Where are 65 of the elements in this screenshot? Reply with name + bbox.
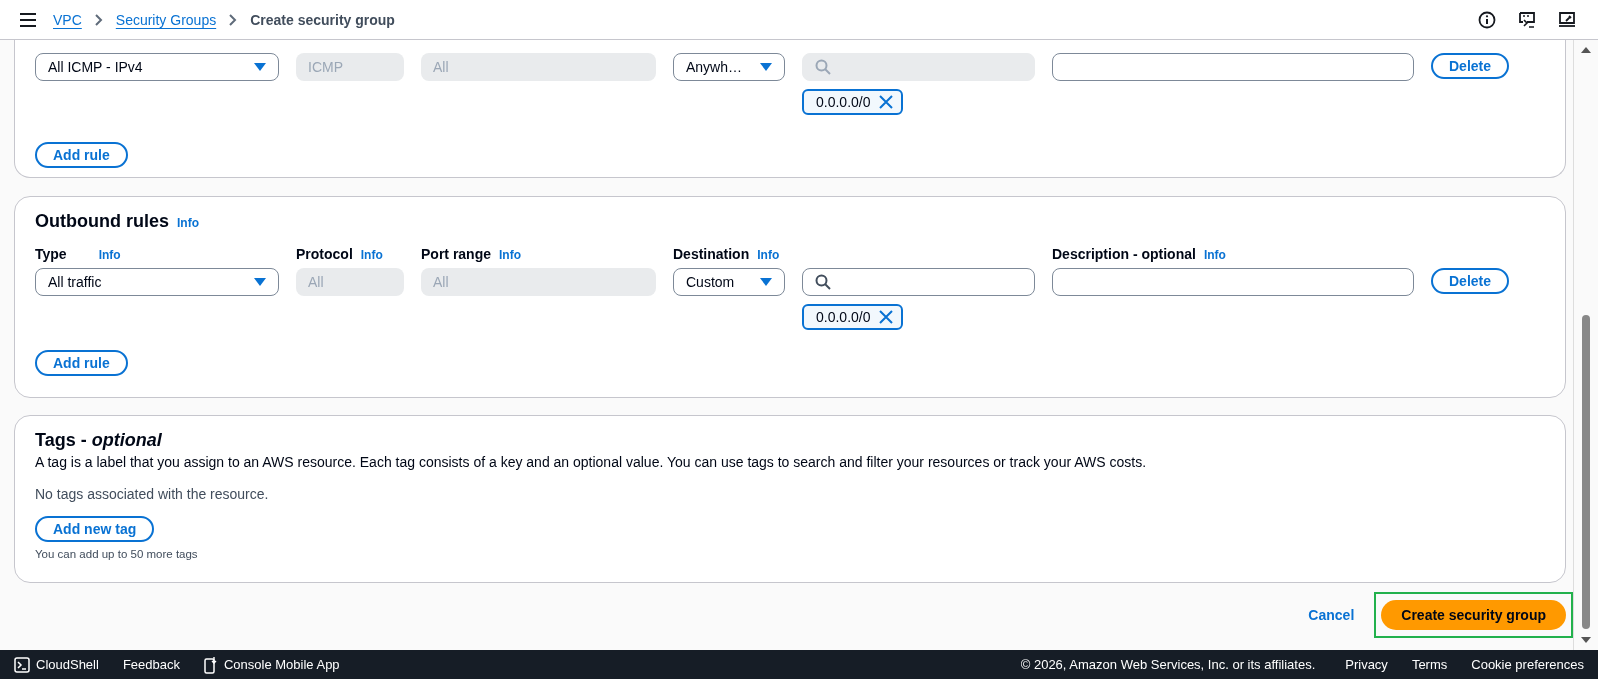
description-field[interactable] xyxy=(1052,268,1414,296)
breadcrumb-link[interactable]: Security Groups xyxy=(115,11,217,28)
column-label: Protocol xyxy=(296,246,353,262)
footer-link[interactable]: Privacy xyxy=(1345,657,1388,672)
phone-icon xyxy=(203,655,218,674)
caret-icon xyxy=(760,278,772,286)
search-icon xyxy=(815,274,831,290)
monitor-cursor-icon[interactable] xyxy=(1518,10,1536,29)
cidr-token: 0.0.0.0/0 xyxy=(802,304,903,330)
section-title: Tags - optional xyxy=(35,430,163,451)
footer-link[interactable]: Console Mobile App xyxy=(203,655,340,674)
delete-button[interactable]: Delete xyxy=(1431,53,1510,79)
breadcrumb-current: Create security group xyxy=(250,11,395,28)
info-link[interactable]: Info xyxy=(757,248,780,262)
type-select[interactable]: All ICMP - IPv4 xyxy=(35,53,279,81)
protocol-field: ICMP xyxy=(296,53,404,81)
section-description: A tag is a label that you assign to an AWS resource. Each tag consists of a key and an optional value. You can use tags to search and filter your resources or track your AWS costs. xyxy=(35,454,1148,470)
port-range-field: All xyxy=(421,268,656,296)
footer-link[interactable]: Cookie preferences xyxy=(1471,657,1584,672)
menu-icon[interactable] xyxy=(20,12,36,27)
section-title: Outbound rules xyxy=(35,211,169,232)
info-icon[interactable] xyxy=(1478,10,1496,29)
column-label: Type xyxy=(35,246,67,262)
add-rule-button[interactable]: Add rule xyxy=(35,350,128,376)
destination-select[interactable]: Anywh… xyxy=(673,53,785,81)
add-tag-button[interactable]: Add new tag xyxy=(35,516,155,542)
create-button[interactable]: Create security group xyxy=(1381,600,1566,630)
footer-link[interactable]: Feedback xyxy=(122,657,180,672)
caret-icon xyxy=(254,278,266,286)
search-field[interactable] xyxy=(802,268,1035,296)
destination-select[interactable]: Custom xyxy=(673,268,785,296)
info-link[interactable]: Info xyxy=(499,248,521,262)
info-link[interactable]: Info xyxy=(98,248,121,262)
info-link[interactable]: Info xyxy=(177,216,199,230)
footer-link[interactable]: Terms xyxy=(1411,657,1448,672)
port-range-field: All xyxy=(421,53,656,81)
add-rule-button[interactable]: Add rule xyxy=(35,142,128,168)
close-icon[interactable] xyxy=(878,95,893,109)
caret-icon xyxy=(254,63,266,71)
info-link[interactable]: Info xyxy=(1203,248,1226,262)
footer-link[interactable]: CloudShell xyxy=(14,656,99,673)
chevron-right-icon xyxy=(94,13,103,26)
empty-note: No tags associated with the resource. xyxy=(35,486,270,502)
monitor-wrench-icon[interactable] xyxy=(1558,10,1576,29)
type-select[interactable]: All traffic xyxy=(35,268,279,296)
scroll-up-icon[interactable] xyxy=(1581,47,1591,53)
column-label: Description - optional xyxy=(1052,246,1196,262)
column-label: Destination xyxy=(673,246,750,262)
breadcrumb-link[interactable]: VPC xyxy=(53,11,82,28)
copyright-text: © 2026, Amazon Web Services, Inc. or its affiliates. xyxy=(1020,657,1316,672)
cancel-link[interactable]: Cancel xyxy=(1308,607,1355,623)
close-icon[interactable] xyxy=(878,310,893,324)
terminal-icon xyxy=(14,656,30,673)
description-field[interactable] xyxy=(1052,53,1414,81)
info-link[interactable]: Info xyxy=(360,248,383,262)
scrollbar-thumb[interactable] xyxy=(1582,315,1590,629)
scroll-down-icon[interactable] xyxy=(1581,637,1591,643)
chevron-right-icon xyxy=(229,13,238,26)
column-label: Port range xyxy=(421,246,491,262)
protocol-field: All xyxy=(296,268,404,296)
caret-icon xyxy=(760,63,772,71)
search-icon xyxy=(815,59,831,75)
cidr-token: 0.0.0.0/0 xyxy=(802,89,903,115)
hint-text: You can add up to 50 more tags xyxy=(35,548,199,560)
delete-button[interactable]: Delete xyxy=(1431,268,1510,294)
